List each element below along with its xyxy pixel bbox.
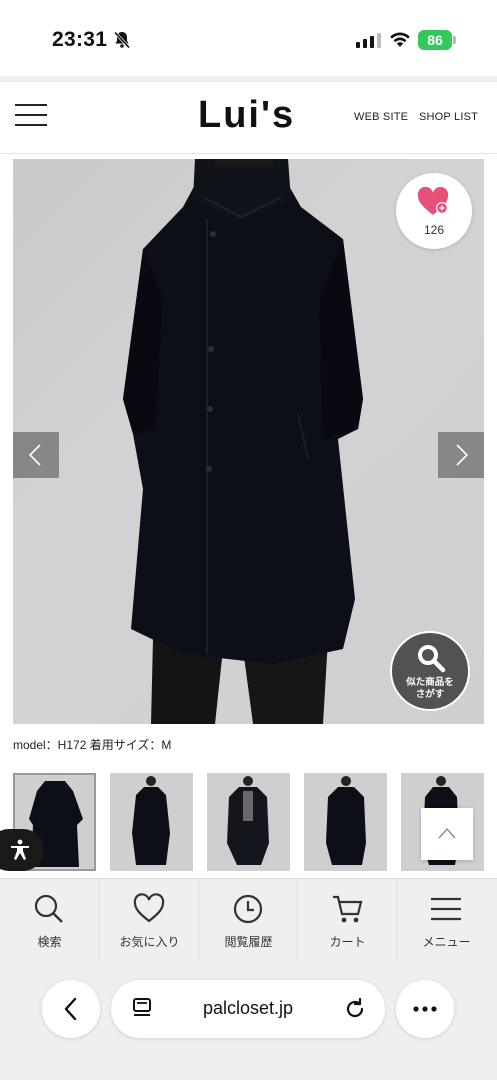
model-info: model：H172 着用サイズ：M <box>13 738 172 752</box>
page-menu-icon[interactable] <box>131 997 153 1019</box>
bottom-nav-favorites[interactable]: お気に入り <box>99 879 198 961</box>
chevron-up-icon <box>438 827 456 839</box>
heart-plus-icon <box>417 187 449 215</box>
coat-photo <box>123 159 363 724</box>
find-similar-label: 似た商品を さがす <box>392 677 468 701</box>
search-icon <box>34 894 63 923</box>
bottom-nav-label: 閲覧履歴 <box>224 935 273 949</box>
bottom-nav-menu[interactable]: メニュー <box>396 879 495 961</box>
find-similar-button[interactable]: 似た商品を さがす <box>390 631 470 711</box>
hamburger-line <box>15 114 47 116</box>
bell-muted-icon <box>113 31 131 49</box>
thumbnail-3[interactable] <box>207 773 290 871</box>
battery-tip <box>453 36 456 44</box>
find-similar-line2: さがす <box>415 689 445 700</box>
bottom-nav-label: メニュー <box>422 935 471 949</box>
chevron-left-icon <box>28 444 41 466</box>
bottom-nav-label: お気に入り <box>119 935 180 949</box>
bottom-nav-label: カート <box>329 935 366 949</box>
browser-toolbar: palcloset.jp <box>0 960 497 1080</box>
thumbnail-image <box>227 776 269 865</box>
battery-indicator: 86 <box>418 30 456 50</box>
product-main-image[interactable]: 126 似た商品を さがす <box>13 159 484 724</box>
menu-icon <box>431 897 461 921</box>
browser-back-button[interactable] <box>42 980 100 1038</box>
bottom-navigation: 検索 お気に入り 閲覧履歴 カート メニュー <box>0 878 497 961</box>
heart-icon <box>133 893 165 923</box>
bottom-nav-search[interactable]: 検索 <box>0 879 99 961</box>
cart-icon <box>333 895 363 923</box>
bottom-nav-cart[interactable]: カート <box>297 879 396 961</box>
thumbnail-image <box>132 776 170 865</box>
bottom-nav-history[interactable]: 閲覧履歴 <box>198 879 297 961</box>
hamburger-line <box>15 104 47 106</box>
status-bar: 23:31 86 <box>0 0 497 80</box>
wifi-icon <box>390 32 410 47</box>
favorite-count: 126 <box>423 223 445 237</box>
thumbnail-4[interactable] <box>304 773 387 871</box>
thumbnail-image <box>326 776 366 865</box>
magnifier-icon <box>418 645 446 673</box>
nav-shop-list-link[interactable]: SHOP LIST <box>419 111 478 123</box>
hamburger-menu-button[interactable] <box>15 104 47 128</box>
accessibility-button[interactable] <box>0 829 44 871</box>
reload-icon[interactable] <box>343 997 367 1021</box>
site-logo[interactable]: Lui's <box>198 94 295 137</box>
accessibility-icon <box>11 839 29 860</box>
browser-more-button[interactable] <box>396 980 454 1038</box>
chevron-right-icon <box>456 444 469 466</box>
more-dots-icon <box>413 1006 437 1012</box>
address-bar[interactable]: palcloset.jp <box>111 980 385 1038</box>
url-text: palcloset.jp <box>202 998 294 1018</box>
bottom-nav-label: 検索 <box>37 935 62 949</box>
clock-icon <box>233 894 263 924</box>
scroll-to-top-button[interactable] <box>421 808 473 860</box>
image-prev-button[interactable] <box>13 432 59 478</box>
thumbnail-2[interactable] <box>110 773 193 871</box>
status-time: 23:31 <box>52 28 108 51</box>
nav-website-link[interactable]: WEB SITE <box>354 111 408 123</box>
favorite-button[interactable]: 126 <box>396 173 472 249</box>
battery-level: 86 <box>418 30 452 50</box>
chevron-left-icon <box>64 997 77 1021</box>
image-next-button[interactable] <box>438 432 484 478</box>
find-similar-line1: 似た商品を <box>406 677 454 688</box>
cellular-signal-icon <box>356 33 381 48</box>
site-header: Lui's WEB SITE SHOP LIST <box>0 82 497 154</box>
hamburger-line <box>15 124 47 126</box>
